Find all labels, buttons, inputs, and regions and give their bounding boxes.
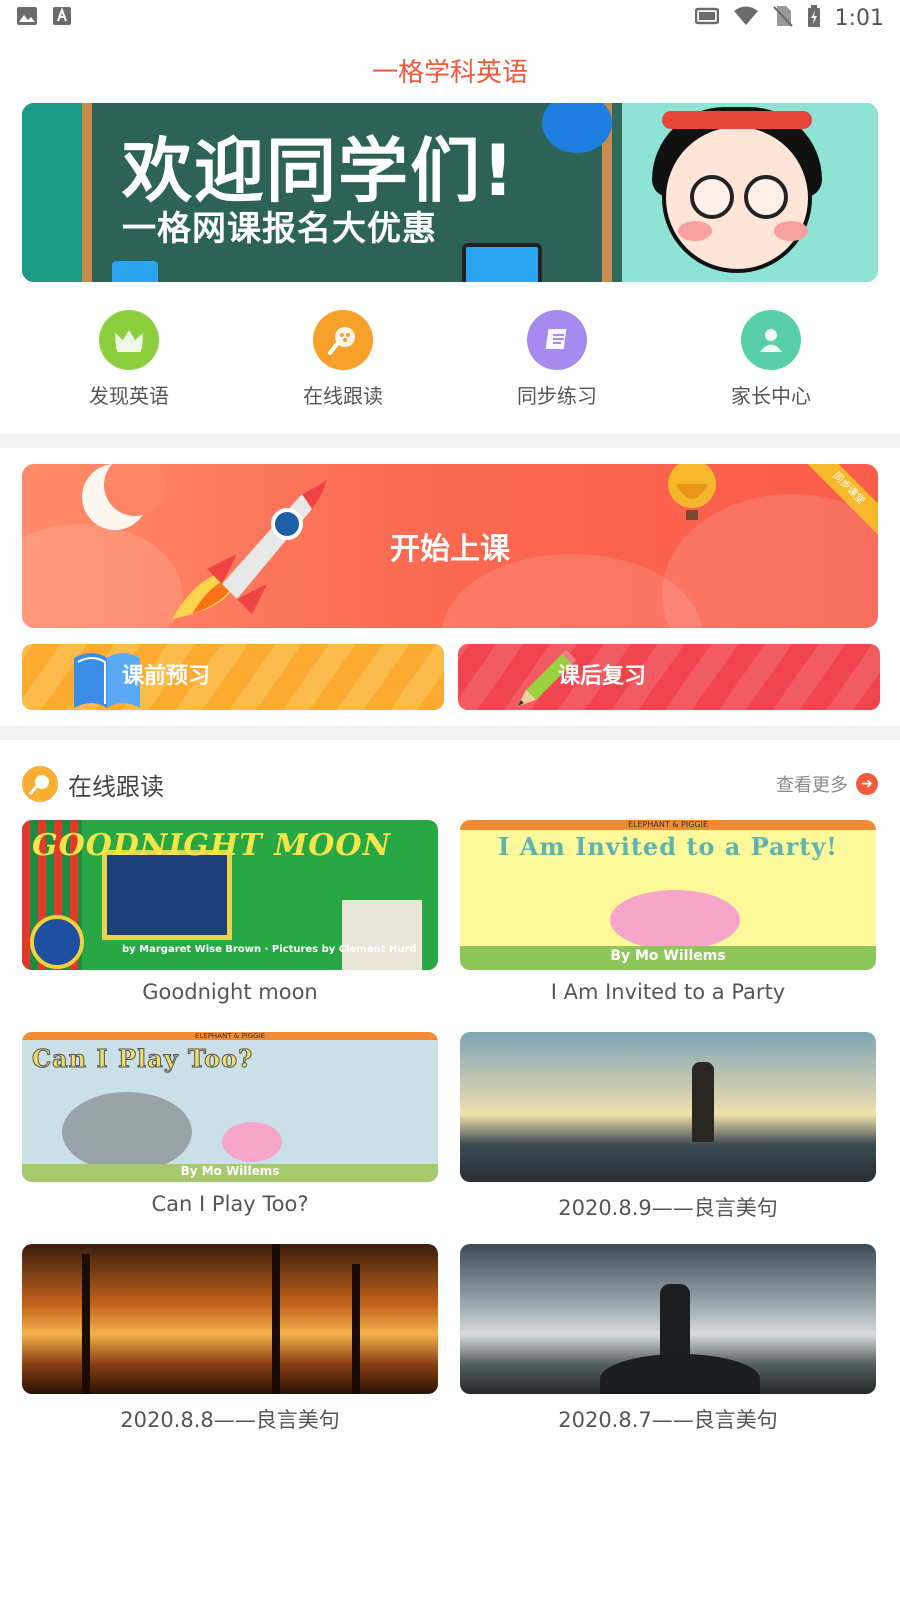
user-icon bbox=[741, 310, 801, 370]
status-right: 1:01 bbox=[694, 5, 884, 31]
view-more-label: 查看更多 bbox=[776, 775, 848, 796]
quick-nav-parent-center[interactable]: 家长中心 bbox=[681, 310, 861, 410]
status-bar: 1:01 bbox=[0, 0, 900, 36]
preview-label: 课前预习 bbox=[122, 664, 211, 689]
cover-credit: by Margaret Wise Brown · Pictures by Cle… bbox=[122, 944, 417, 955]
girl-face bbox=[662, 123, 812, 273]
girl-headband bbox=[662, 111, 812, 129]
microphone-icon bbox=[22, 766, 58, 802]
book-cover-goodnight-moon: GOODNIGHT MOON by Margaret Wise Brown · … bbox=[22, 820, 438, 970]
reading-card[interactable]: 2020.8.7——良言美句 bbox=[460, 1244, 876, 1434]
battery-icon bbox=[807, 5, 821, 31]
wifi-icon bbox=[733, 6, 759, 30]
reading-caption: Goodnight moon bbox=[142, 980, 318, 1004]
award-badge-icon bbox=[30, 915, 84, 969]
cover-series: ELEPHANT & PIGGIE bbox=[194, 1032, 266, 1040]
banner-decoration bbox=[112, 261, 158, 282]
quick-nav-discover-english[interactable]: 发现英语 bbox=[39, 310, 219, 410]
cover-credit: By Mo Willems bbox=[180, 1164, 280, 1178]
no-sim-icon bbox=[772, 5, 793, 31]
palm-sunset-photo bbox=[22, 1244, 438, 1394]
quick-nav-sync-practice[interactable]: 同步练习 bbox=[467, 310, 647, 410]
promo-banner[interactable]: 欢迎同学们! 一格网课报名大优惠 bbox=[22, 103, 878, 282]
notebook-icon bbox=[527, 310, 587, 370]
reading-card[interactable]: ELEPHANT & PIGGIE I Am Invited to a Part… bbox=[460, 820, 876, 1004]
online-reading-header: 在线跟读 查看更多 ➜ bbox=[22, 764, 878, 804]
glasses-right bbox=[744, 175, 788, 219]
section-title-group: 在线跟读 bbox=[22, 766, 164, 802]
fireplace-illustration bbox=[342, 900, 422, 970]
hiker-silhouette bbox=[660, 1284, 690, 1364]
reading-card[interactable]: GOODNIGHT MOON by Margaret Wise Brown · … bbox=[22, 820, 438, 1004]
elephant-illustration bbox=[62, 1092, 192, 1172]
quick-nav-label: 在线跟读 bbox=[303, 384, 383, 408]
reading-caption: 2020.8.8——良言美句 bbox=[120, 1408, 340, 1432]
reading-card[interactable]: 2020.8.9——良言美句 bbox=[460, 1032, 876, 1222]
reading-caption: 2020.8.7——良言美句 bbox=[558, 1408, 778, 1432]
page-title: 一格学科英语 bbox=[371, 58, 528, 88]
review-button[interactable]: 课后复习 bbox=[458, 644, 880, 710]
quick-nav-label: 发现英语 bbox=[89, 384, 169, 408]
status-left bbox=[16, 6, 72, 30]
palm-tree-silhouette bbox=[82, 1254, 90, 1394]
cover-credit: By Mo Willems bbox=[610, 948, 726, 964]
book-cover-can-i-play-too: ELEPHANT & PIGGIE Can I Play Too? By Mo … bbox=[22, 1032, 438, 1182]
cover-title: I Am Invited to a Party! bbox=[498, 832, 838, 861]
text-a-icon bbox=[52, 6, 72, 30]
blush-right bbox=[774, 221, 808, 241]
book-cover-invited-party: ELEPHANT & PIGGIE I Am Invited to a Part… bbox=[460, 820, 876, 970]
tablet-icon bbox=[462, 243, 542, 282]
quick-nav-online-reading[interactable]: 在线跟读 bbox=[253, 310, 433, 410]
glasses-left bbox=[690, 175, 734, 219]
reading-card[interactable]: ELEPHANT & PIGGIE Can I Play Too? By Mo … bbox=[22, 1032, 438, 1216]
reading-caption: 2020.8.9——良言美句 bbox=[558, 1196, 778, 1220]
section-title: 在线跟读 bbox=[68, 772, 164, 801]
section-divider bbox=[0, 434, 900, 448]
section-divider bbox=[0, 726, 900, 740]
cast-icon bbox=[694, 7, 719, 29]
quick-nav-label: 同步练习 bbox=[517, 384, 597, 408]
status-time: 1:01 bbox=[834, 5, 884, 31]
palm-tree-silhouette bbox=[272, 1244, 280, 1394]
quick-nav: 发现英语 在线跟读 同步练习 家长中心 bbox=[22, 310, 878, 410]
reading-caption: Can I Play Too? bbox=[151, 1192, 309, 1216]
cover-title: GOODNIGHT MOON bbox=[32, 828, 391, 863]
window-illustration bbox=[102, 850, 232, 940]
piggie-illustration bbox=[222, 1122, 282, 1162]
quick-nav-label: 家长中心 bbox=[731, 384, 811, 408]
rock-silhouette bbox=[600, 1354, 760, 1394]
reading-card[interactable]: 2020.8.8——良言美句 bbox=[22, 1244, 438, 1434]
piggie-illustration bbox=[610, 890, 740, 950]
cover-series: ELEPHANT & PIGGIE bbox=[627, 820, 709, 829]
banner-subline: 一格网课报名大优惠 bbox=[122, 209, 437, 249]
palm-tree-silhouette bbox=[352, 1264, 360, 1394]
preview-button[interactable]: 课前预习 bbox=[22, 644, 444, 710]
image-icon bbox=[16, 6, 38, 30]
person-silhouette bbox=[692, 1062, 714, 1142]
start-class-button[interactable]: 开始上课 同步课堂 bbox=[22, 464, 878, 628]
arrow-right-icon: ➜ bbox=[856, 773, 878, 795]
microphone-icon bbox=[313, 310, 373, 370]
start-class-label: 开始上课 bbox=[390, 532, 510, 567]
hiker-mountain-photo bbox=[460, 1244, 876, 1394]
cover-title: Can I Play Too? bbox=[32, 1044, 254, 1074]
reading-caption: I Am Invited to a Party bbox=[550, 980, 786, 1004]
review-label: 课后复习 bbox=[558, 664, 647, 689]
crown-icon bbox=[99, 310, 159, 370]
view-more-link[interactable]: 查看更多 ➜ bbox=[776, 771, 878, 797]
blush-left bbox=[678, 221, 712, 241]
sunset-sea-photo bbox=[460, 1032, 876, 1182]
banner-decoration bbox=[22, 103, 82, 282]
